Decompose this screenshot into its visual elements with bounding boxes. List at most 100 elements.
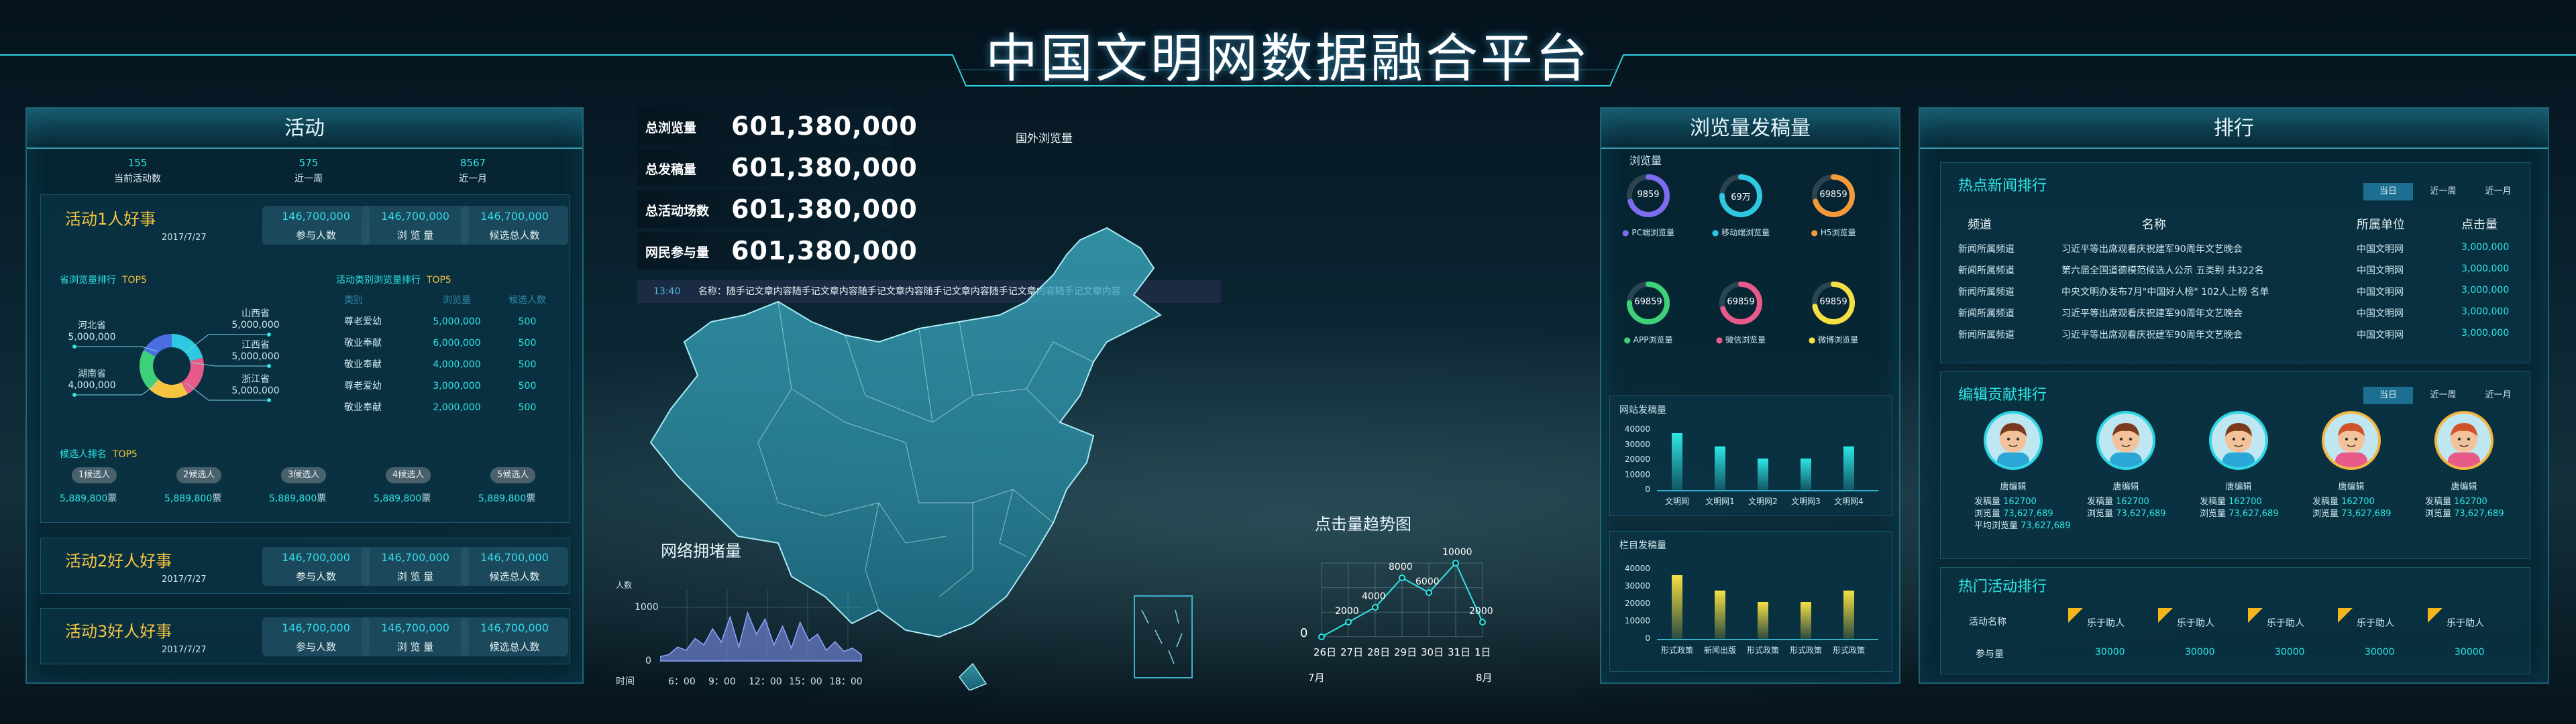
candidate-vote-count: 5,889,800 xyxy=(269,493,317,504)
candidate-title: 候选人排名 xyxy=(60,449,107,460)
news-header-channel: 频道 xyxy=(1968,218,1992,232)
kpi-label: 总活动场数 xyxy=(645,204,710,219)
hot-activity-name[interactable]: 乐于助人 xyxy=(2447,616,2484,629)
tab-month[interactable]: 近一月 xyxy=(2473,183,2523,200)
summary-label: 当前活动数 xyxy=(114,174,161,184)
event-card-3[interactable]: 活动3好人好事 2017/7/27 146,700,000 参与人数 146,70… xyxy=(40,608,570,664)
editor-posts: 发稿量 162700 xyxy=(1974,494,2037,507)
category-row: 敬业奉献 4,000,000 500 xyxy=(336,357,564,371)
candidate-pill[interactable]: 3候选人 xyxy=(281,467,327,483)
bar-ytick: 0 xyxy=(1645,634,1650,643)
bar-category: 形式政策 xyxy=(1832,646,1865,655)
category-views: 3,000,000 xyxy=(433,381,481,391)
news-name: 习近平等出席观看庆祝建军90周年文艺晚会 xyxy=(2061,244,2243,255)
candidate-votes: 5,889,800票 xyxy=(164,491,221,505)
news-name: 习近平等出席观看庆祝建军90周年文艺晚会 xyxy=(2061,308,2243,319)
editor-posts-label: 发稿量 xyxy=(2200,497,2229,507)
click-point xyxy=(1345,619,1352,625)
event-card-2[interactable]: 活动2好人好事 2017/7/27 146,700,000 参与人数 146,70… xyxy=(40,538,570,594)
stat-value: 146,700,000 xyxy=(480,210,549,223)
tab-week[interactable]: 近一周 xyxy=(2418,387,2468,404)
news-header-unit: 所属单位 xyxy=(2357,218,2405,232)
bar xyxy=(1758,458,1768,490)
editor-views-label: 浏览量 xyxy=(1974,509,2004,519)
tab-week[interactable]: 近一周 xyxy=(2418,183,2468,200)
news-clicks: 3,000,000 xyxy=(2461,328,2510,339)
editor-posts-value: 162700 xyxy=(2341,497,2375,507)
category-header-views: 浏览量 xyxy=(443,295,471,306)
editor-avatar[interactable] xyxy=(2096,411,2155,470)
category-row: 尊老爱幼 3,000,000 500 xyxy=(336,379,564,392)
congestion-title: 网络拥堵量 xyxy=(661,542,741,560)
congestion-xlabel: 时间 xyxy=(616,676,635,687)
tab-today[interactable]: 当日 xyxy=(2363,387,2413,404)
candidate-vote-unit: 票 xyxy=(421,493,431,504)
click-point xyxy=(1399,575,1405,581)
bar xyxy=(1843,591,1854,639)
candidate-pill[interactable]: 1候选人 xyxy=(72,467,117,483)
summary-value: 8567 xyxy=(460,157,486,169)
click-point xyxy=(1452,560,1459,566)
clicks-title: 点击量趋势图 xyxy=(1315,515,1411,534)
tab-today[interactable]: 当日 xyxy=(2363,183,2413,200)
editor-views-value: 73,627,689 xyxy=(2454,509,2504,519)
news-name: 中央文明办发布7月"中国好人榜" 102人上榜 名单 xyxy=(2061,287,2269,298)
hot-activity-title: 热门活动排行 xyxy=(1958,575,2047,596)
category-name: 敬业奉献 xyxy=(344,338,382,349)
candidate-pill[interactable]: 2候选人 xyxy=(176,467,222,483)
candidate-pill[interactable]: 5候选人 xyxy=(490,467,536,483)
category-name: 尊老爱幼 xyxy=(344,316,382,327)
click-xtick: 27日 xyxy=(1340,646,1364,658)
stat-label: 浏 览 量 xyxy=(396,641,434,653)
hot-activity-name[interactable]: 乐于助人 xyxy=(2087,616,2125,629)
editor-section: 编辑贡献排行 当日 近一周 近一月 唐编辑 发稿量 162700 浏览量 73,62… xyxy=(1940,371,2530,559)
news-row[interactable]: 新闻所属频道 习近平等出席观看庆祝建军90周年文艺晚会 中国文明网 3,000,000 xyxy=(1941,306,2531,324)
click-point xyxy=(1372,604,1379,611)
ring-dot: ● xyxy=(1623,335,1633,345)
editor-avatar[interactable] xyxy=(1984,411,2043,470)
event-stat: 146,700,000 参与人数 xyxy=(262,206,370,245)
kpi-value: 601,380,000 xyxy=(731,194,918,224)
editor-avg: 平均浏览量 73,627,689 xyxy=(1974,518,2071,531)
news-unit: 中国文明网 xyxy=(2357,287,2404,298)
congestion-ytick-zero: 0 xyxy=(645,656,651,666)
news-channel: 新闻所属频道 xyxy=(1958,287,2015,298)
category-name: 尊老爱幼 xyxy=(344,381,382,391)
hot-activity-name[interactable]: 乐于助人 xyxy=(2357,616,2394,629)
editor-avatar[interactable] xyxy=(2209,411,2268,470)
publish-panel: 浏览量发稿量 浏览量 网站发稿量 40000 30000 20000 10000 0 文明… xyxy=(1600,107,1900,684)
hot-activity-name[interactable]: 乐于助人 xyxy=(2267,616,2304,629)
bar-category: 形式政策 xyxy=(1660,646,1693,655)
ring-value: 69859 xyxy=(1727,297,1755,307)
kpi-row: 总浏览量 601,380,000 xyxy=(637,107,917,145)
editor-avatar[interactable] xyxy=(2322,411,2381,470)
event-card-1[interactable]: 活动1人好事 2017/7/27 146,700,000 参与人数 146,700… xyxy=(40,194,570,523)
editor-views-label: 浏览量 xyxy=(2200,509,2229,519)
bar-baseline xyxy=(1657,490,1878,491)
site-publish-chart: 网站发稿量 40000 30000 20000 10000 0 文明网 文明网1 文明网2 文明… xyxy=(1609,396,1892,516)
news-row[interactable]: 新闻所属频道 习近平等出席观看庆祝建军90周年文艺晚会 中国文明网 3,000,000 xyxy=(1941,328,2531,345)
editor-posts-value: 162700 xyxy=(2003,497,2037,507)
donut-slice xyxy=(171,334,203,362)
editor-views: 浏览量 73,627,689 xyxy=(1974,506,2053,519)
news-name: 第六届全国道德模范候选人公示 五类别 共322名 xyxy=(2061,265,2264,276)
foreign-views-label: 国外浏览量 xyxy=(1016,132,1073,145)
hot-flag-icon xyxy=(2158,608,2173,623)
news-row[interactable]: 新闻所属频道 中央文明办发布7月"中国好人榜" 102人上榜 名单 中国文明网 3,0… xyxy=(1941,285,2531,302)
category-views: 6,000,000 xyxy=(433,338,481,349)
ring-label-text: 微博浏览量 xyxy=(1818,335,1859,345)
bar xyxy=(1843,446,1854,490)
congestion-ytick: 1000 xyxy=(635,602,659,613)
hot-activity-name[interactable]: 乐于助人 xyxy=(2177,616,2214,629)
news-row[interactable]: 新闻所属频道 习近平等出席观看庆祝建军90周年文艺晚会 中国文明网 3,000,000 xyxy=(1941,242,2531,259)
editor-avatar[interactable] xyxy=(2434,411,2493,470)
candidate-pill[interactable]: 4候选人 xyxy=(386,467,431,483)
news-row[interactable]: 新闻所属频道 第六届全国道德模范候选人公示 五类别 共322名 中国文明网 3,000… xyxy=(1941,263,2531,281)
news-unit: 中国文明网 xyxy=(2357,330,2404,341)
tab-month[interactable]: 近一月 xyxy=(2473,387,2523,404)
event-stat: 146,700,000 候选总人数 xyxy=(461,547,568,586)
event-stat: 146,700,000 参与人数 xyxy=(262,617,370,656)
congestion-ylabel: 人数 xyxy=(616,581,633,590)
ring-label-text: 微信浏览量 xyxy=(1725,335,1766,345)
event-title: 活动1人好事 xyxy=(65,210,156,229)
